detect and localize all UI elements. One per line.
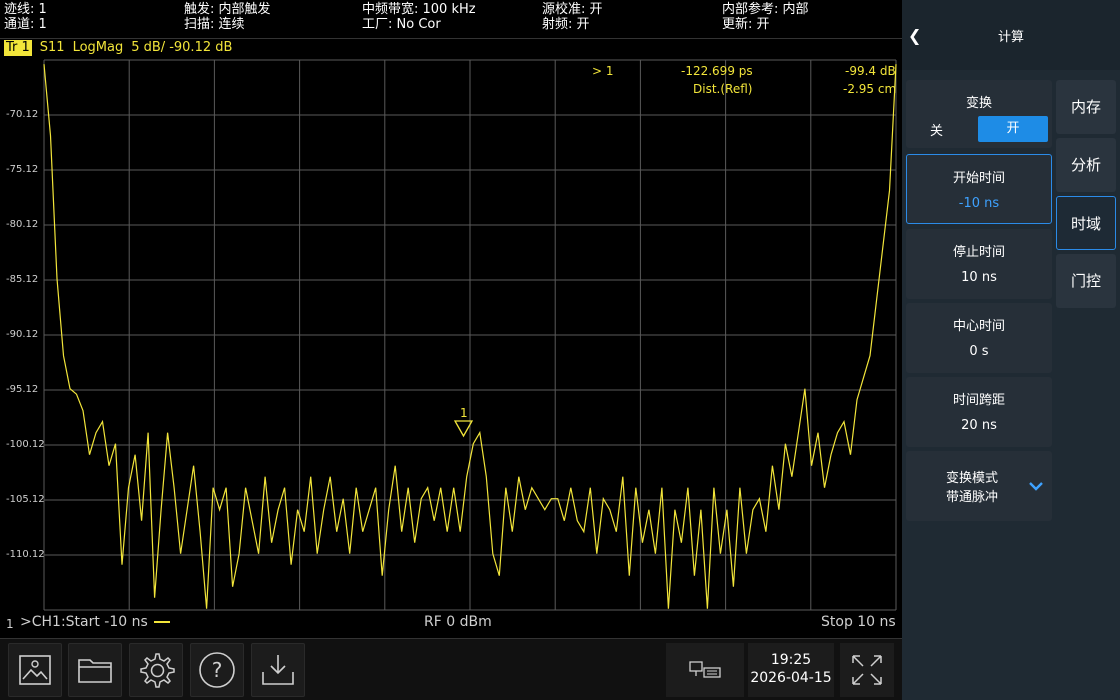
- stop-time-button[interactable]: 停止时间 10 ns: [906, 229, 1052, 299]
- softkey-panel: ❮ 计算 变换 关 开 开始时间 -10 ns 停止时间 10 ns 中心时间 …: [902, 0, 1120, 700]
- save-button[interactable]: [251, 643, 305, 697]
- status-factory: 工厂: No Cor: [362, 17, 441, 32]
- time-span-value: 20 ns: [961, 418, 997, 433]
- time-span-label: 时间跨距: [952, 393, 1005, 408]
- panel-header: ❮ 计算: [902, 0, 1120, 70]
- status-rf: 射频: 开: [542, 17, 590, 32]
- y-tick-label: -70.12: [6, 109, 39, 120]
- marker-triangle: [453, 420, 474, 438]
- start-readout[interactable]: >CH1:Start -10 ns: [20, 612, 170, 632]
- y-tick-label: -110.12: [6, 549, 45, 560]
- panel-title: 计算: [997, 30, 1024, 45]
- rf-power-readout: RF 0 dBm: [424, 614, 492, 630]
- y-tick-label: -105.12: [6, 494, 45, 505]
- trace-ref: -90.12 dB: [169, 40, 233, 55]
- trace-plot[interactable]: 1: [0, 58, 902, 612]
- y-tick-label: -100.12: [6, 439, 45, 450]
- stop-readout[interactable]: Stop 10 ns: [821, 612, 896, 632]
- marker-readout-db: -99.4 dB: [845, 64, 896, 78]
- marker-1[interactable]: 1: [453, 406, 474, 438]
- start-time-button[interactable]: 开始时间 -10 ns: [906, 154, 1052, 224]
- status-trace: 迹线: 1: [4, 2, 47, 17]
- trace-header[interactable]: Tr 1 S11 LogMag 5 dB/-90.12 dB: [0, 40, 240, 58]
- transform-switch[interactable]: 关 开: [906, 116, 1052, 142]
- tab-time-domain[interactable]: 时域: [1056, 196, 1116, 250]
- time-span-button[interactable]: 时间跨距 20 ns: [906, 377, 1052, 447]
- stop-time-label: 停止时间: [952, 245, 1005, 260]
- plot-grid: [43, 59, 897, 611]
- trace-param: S11: [39, 40, 65, 55]
- y-tick-label: -90.12: [6, 329, 39, 340]
- y-tick-label: -80.12: [6, 219, 39, 230]
- status-source-cal: 源校准: 开: [542, 2, 603, 17]
- start-time-value: -10 ns: [958, 196, 1000, 211]
- screenshot-button[interactable]: [8, 643, 62, 697]
- tab-analysis[interactable]: 分析: [1056, 138, 1116, 192]
- clock-date: 2026-04-15: [750, 670, 832, 686]
- transform-toggle[interactable]: 变换 关 开: [906, 80, 1052, 148]
- trace-scale: 5 dB/: [131, 40, 166, 55]
- status-channel: 通道: 1: [4, 17, 47, 32]
- trace-format: LogMag: [72, 40, 124, 55]
- bottom-toolbar: ? 19:25 2026-04-15: [0, 638, 902, 700]
- tab-gating[interactable]: 门控: [1056, 254, 1116, 308]
- marker-readout-time: -122.699 ps: [681, 64, 753, 78]
- transform-label: 变换: [965, 96, 992, 111]
- marker-readout-dist: -2.95 cm: [843, 82, 897, 96]
- network-icon: [689, 661, 721, 678]
- y-tick-label: -85.12: [6, 274, 39, 285]
- status-sweep: 扫描: 连续: [184, 17, 245, 32]
- status-bar: 迹线: 1 通道: 1 触发: 内部触发 扫描: 连续 中频带宽: 100 kH…: [0, 0, 902, 36]
- file-button[interactable]: [68, 643, 122, 697]
- clock-time: 19:25: [770, 652, 812, 668]
- help-button[interactable]: ?: [190, 643, 244, 697]
- status-ref: 内部参考: 内部: [722, 2, 809, 17]
- sweep-info-bar: 1 >CH1:Start -10 ns RF 0 dBm Stop 10 ns: [0, 612, 902, 636]
- transform-on-option[interactable]: 开: [978, 116, 1048, 142]
- start-text: >CH1:Start -10 ns: [20, 614, 148, 630]
- center-time-label: 中心时间: [952, 319, 1005, 334]
- svg-text:?: ?: [212, 658, 223, 682]
- network-status[interactable]: [666, 643, 744, 697]
- trace-legend-swatch: [153, 621, 170, 623]
- gear-icon: [140, 653, 175, 688]
- y-tick-label: -75.12: [6, 164, 39, 175]
- trace-badge[interactable]: Tr 1: [4, 40, 32, 56]
- marker-readout-dist-label: Dist.(Refl): [693, 82, 753, 96]
- tab-memory[interactable]: 内存: [1056, 80, 1116, 134]
- channel-index: 1: [6, 617, 14, 631]
- folder-icon: [78, 659, 112, 683]
- status-trigger: 触发: 内部触发: [184, 2, 271, 17]
- center-time-button[interactable]: 中心时间 0 s: [906, 303, 1052, 373]
- fullscreen-icon: [852, 655, 882, 685]
- start-time-label: 开始时间: [952, 171, 1005, 186]
- help-icon: ?: [199, 652, 235, 688]
- marker-readout-number: > 1: [592, 64, 614, 78]
- marker-label: 1: [460, 406, 468, 420]
- status-if-bandwidth: 中频带宽: 100 kHz: [362, 2, 476, 17]
- clock: 19:25 2026-04-15: [748, 643, 834, 697]
- screenshot-icon: [19, 655, 51, 685]
- chevron-down-icon: [1029, 482, 1043, 491]
- transform-off-option[interactable]: 关: [930, 120, 943, 139]
- status-update: 更新: 开: [722, 17, 770, 32]
- transform-mode-dropdown[interactable]: 变换模式 带通脉冲: [906, 451, 1052, 521]
- download-icon: [262, 655, 294, 685]
- stop-time-value: 10 ns: [961, 270, 997, 285]
- settings-button[interactable]: [129, 643, 183, 697]
- center-time-value: 0 s: [969, 344, 989, 359]
- y-tick-label: -95.12: [6, 384, 39, 395]
- fullscreen-button[interactable]: [840, 643, 894, 697]
